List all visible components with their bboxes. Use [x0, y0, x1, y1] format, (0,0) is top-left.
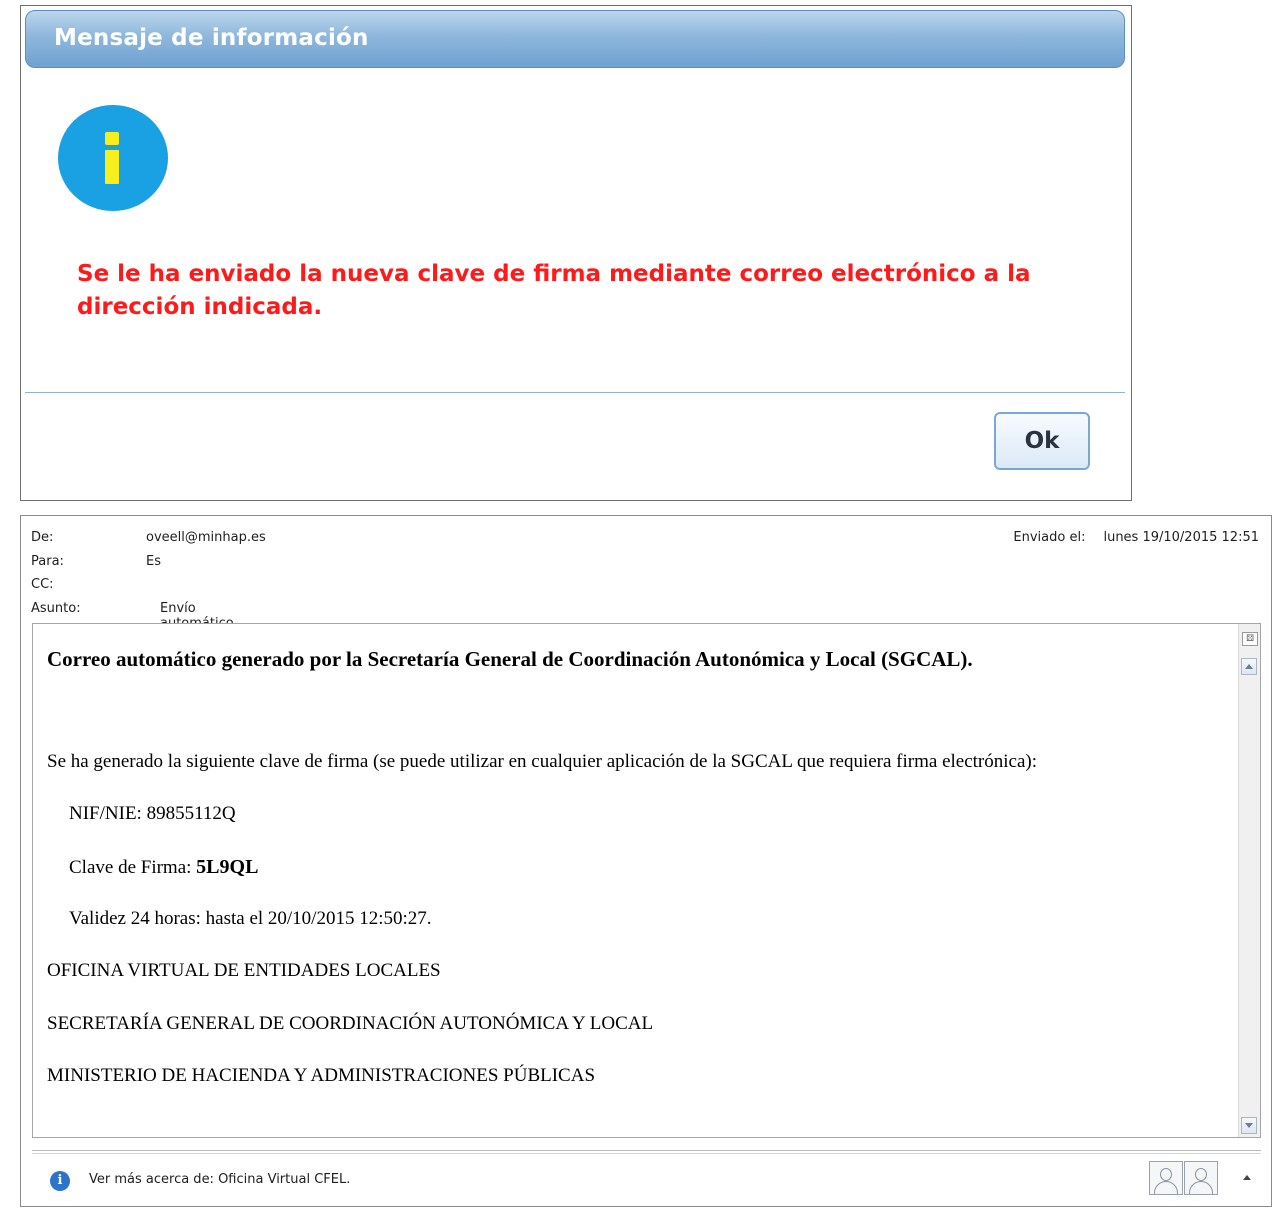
ok-button[interactable]: Ok [994, 412, 1090, 470]
scroll-down-button[interactable] [1241, 1117, 1257, 1134]
info-icon: i [50, 1171, 70, 1191]
nif-line: NIF/NIE: 89855112Q [69, 803, 236, 825]
dialog-divider [25, 392, 1125, 393]
from-address[interactable]: oveell@minhap.es [146, 530, 266, 545]
dialog-title: Mensaje de información [54, 25, 369, 51]
sent-label: Enviado el: [1013, 530, 1086, 545]
arrow-up-icon [1245, 664, 1253, 669]
validity-line: Validez 24 horas: hasta el 20/10/2015 12… [69, 908, 432, 929]
org-line: OFICINA VIRTUAL DE ENTIDADES LOCALES [47, 960, 441, 981]
people-pane-text: Ver más acerca de: Oficina Virtual CFEL. [89, 1172, 351, 1187]
dialog-message: Se le ha enviado la nueva clave de firma… [77, 261, 1031, 320]
org-line: MINISTERIO DE HACIENDA Y ADMINISTRACIONE… [47, 1065, 596, 1086]
header-label: De: [31, 530, 54, 545]
header-label: Para: [31, 554, 64, 569]
email-window: De: oveell@minhap.es Para: Es CC: Asunto… [20, 515, 1272, 1207]
footer-divider[interactable] [32, 1150, 1261, 1154]
expand-icon[interactable] [1243, 1175, 1251, 1180]
avatar[interactable] [1184, 1161, 1218, 1195]
body-heading: Correo automático generado por la Secret… [47, 647, 973, 671]
sent-date: Enviado el: lunes 19/10/2015 12:51 [1013, 530, 1259, 545]
message-body[interactable]: Correo automático generado por la Secret… [32, 623, 1261, 1138]
header-label: CC: [31, 577, 54, 592]
info-dialog: Mensaje de información Se le ha enviado … [20, 5, 1132, 501]
nif-value: 89855112Q [146, 803, 236, 824]
nif-label: NIF/NIE: [69, 803, 142, 824]
to-address[interactable]: Es [146, 554, 161, 569]
clave-label: Clave de Firma: [69, 857, 192, 878]
info-icon [49, 94, 177, 222]
sent-value: lunes 19/10/2015 12:51 [1103, 530, 1259, 545]
body-intro: Se ha generado la siguiente clave de fir… [47, 751, 1038, 772]
clave-line: Clave de Firma: 5L9QL [69, 856, 258, 879]
avatar[interactable] [1149, 1161, 1183, 1195]
arrow-down-icon [1245, 1123, 1253, 1128]
header-label: Asunto: [31, 601, 81, 616]
scroll-up-button[interactable] [1241, 658, 1257, 675]
options-icon[interactable]: ⚄ [1242, 632, 1258, 646]
dialog-titlebar[interactable]: Mensaje de información [25, 10, 1125, 68]
clave-value: 5L9QL [196, 856, 259, 878]
org-line: SECRETARÍA GENERAL DE COORDINACIÓN AUTON… [47, 1013, 654, 1034]
vertical-scrollbar[interactable]: ⚄ [1238, 624, 1260, 1137]
